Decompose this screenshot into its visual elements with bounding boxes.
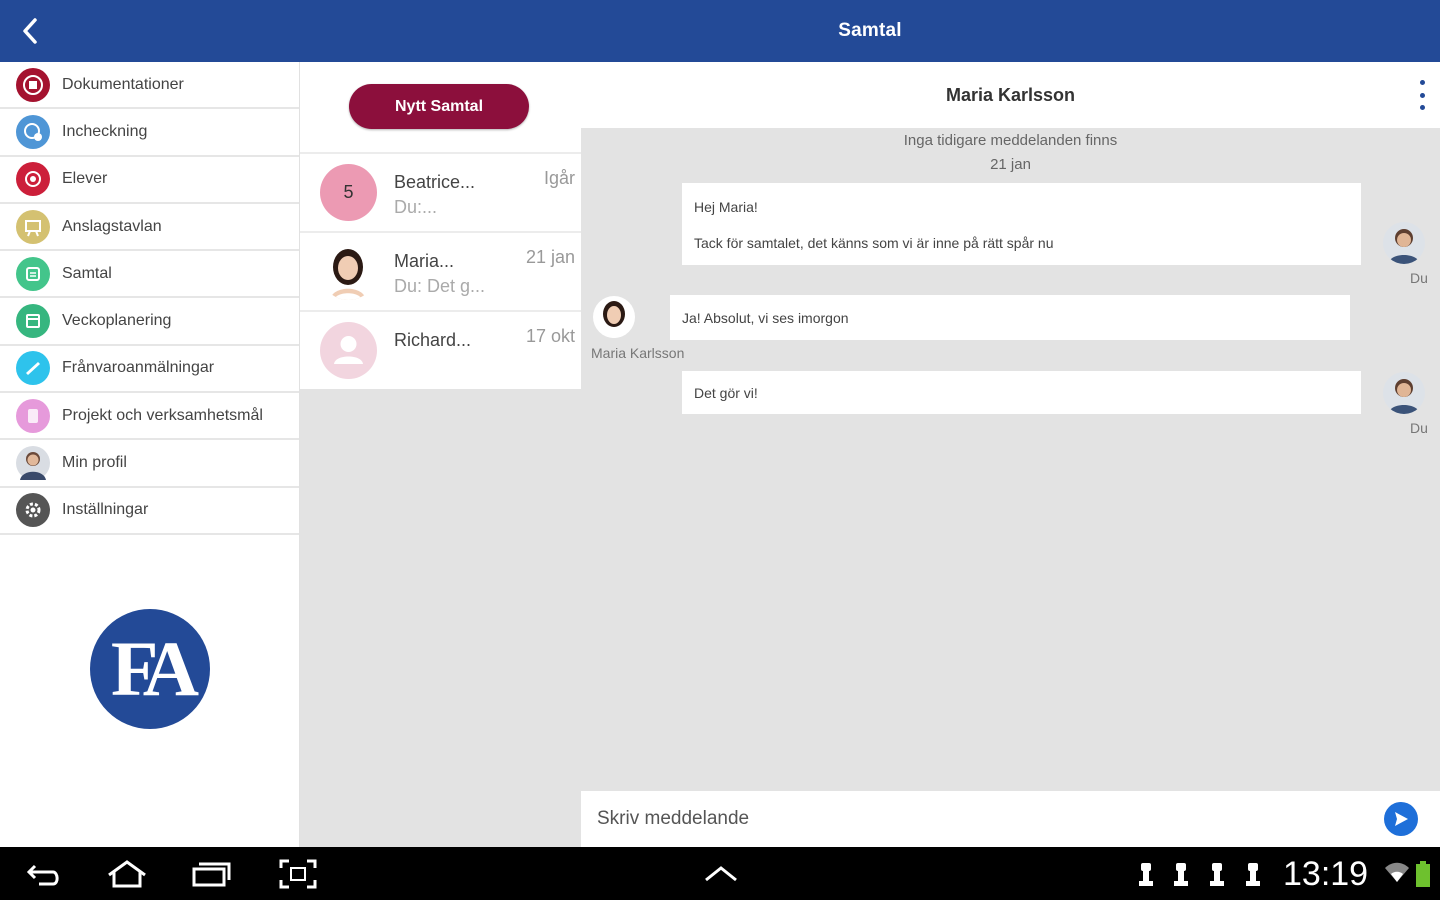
sidebar-item-min-profil[interactable]: Min profil	[0, 440, 299, 488]
message-line: Tack för samtalet, det känns som vi är i…	[694, 235, 1054, 251]
back-nav-icon[interactable]	[24, 857, 64, 891]
new-conversation-button[interactable]: Nytt Samtal	[349, 84, 529, 129]
conversation-name: Richard...	[394, 330, 472, 350]
home-nav-icon[interactable]	[104, 857, 150, 891]
sidebar-item-franvaroanmalningar[interactable]: Frånvaroanmälningar	[0, 346, 299, 394]
battery-icon	[1414, 857, 1432, 891]
project-icon	[16, 398, 50, 433]
checkin-icon	[16, 114, 50, 149]
message-line: Ja! Absolut, vi ses imorgon	[682, 310, 849, 326]
conversation-item[interactable]: Richard... 17 okt	[300, 310, 581, 389]
fa-logo: FA	[90, 609, 210, 729]
sidebar-item-label: Veckoplanering	[62, 312, 172, 330]
message-line: Det gör vi!	[694, 385, 758, 401]
students-icon	[16, 162, 50, 197]
sidebar-item-anslagstavlan[interactable]: Anslagstavlan	[0, 204, 299, 252]
sidebar-item-samtal[interactable]: Samtal	[0, 251, 299, 299]
sidebar-item-projekt[interactable]: Projekt och verksamhetsmål	[0, 393, 299, 441]
status-clock: 13:19	[1283, 855, 1369, 893]
page-title: Samtal	[838, 20, 902, 41]
settings-icon	[16, 493, 50, 528]
new-conversation-bar: Nytt Samtal	[300, 62, 581, 152]
contact-avatar	[320, 243, 377, 300]
message-sender: Du	[1410, 420, 1428, 436]
message-sender: Du	[1410, 270, 1428, 286]
bulletin-board-icon	[16, 209, 50, 244]
week-planning-icon	[16, 304, 50, 339]
conversation-list: Nytt Samtal 5 Beatrice... Du:... Igår Ma…	[300, 62, 581, 847]
message-bubble-outgoing: Det gör vi!	[682, 371, 1361, 414]
sidebar-item-label: Dokumentationer	[62, 75, 184, 93]
send-button[interactable]	[1384, 802, 1418, 836]
message-bubble-outgoing: Hej Maria! Tack för samtalet, det känns …	[682, 183, 1361, 265]
date-separator: 21 jan	[990, 156, 1031, 173]
chat-header: Maria Karlsson	[581, 62, 1440, 128]
chat-icon	[16, 256, 50, 291]
my-avatar	[1383, 222, 1425, 264]
conversation-date: 17 okt	[525, 326, 575, 346]
recent-apps-icon[interactable]	[189, 857, 233, 891]
wifi-icon	[1384, 857, 1410, 891]
app-bar: Samtal	[0, 0, 1440, 62]
sidebar-item-label: Min profil	[62, 454, 127, 472]
conversation-name: Maria...	[394, 251, 455, 271]
documents-icon	[16, 67, 50, 102]
conversation-date: 21 jan	[525, 247, 575, 267]
message-input[interactable]	[597, 803, 1377, 835]
sidebar-item-incheckning[interactable]: Incheckning	[0, 109, 299, 157]
conversation-item[interactable]: Maria... Du: Det g... 21 jan	[300, 231, 581, 310]
sidebar-item-installningar[interactable]: Inställningar	[0, 488, 299, 535]
sidebar-item-label: Samtal	[62, 264, 112, 282]
profile-icon	[16, 446, 50, 481]
contact-avatar	[593, 296, 635, 338]
sidebar-item-elever[interactable]: Elever	[0, 157, 299, 204]
conversation-preview: Du: Det g...	[394, 276, 486, 296]
system-navigation-bar: 13:19	[0, 847, 1440, 900]
notification-icons	[1134, 857, 1264, 891]
sidebar-item-label: Inställningar	[62, 501, 149, 519]
send-icon	[1395, 812, 1408, 826]
sidebar-item-veckoplanering[interactable]: Veckoplanering	[0, 298, 299, 346]
conversation-date: Igår	[543, 168, 575, 188]
chat-contact-name: Maria Karlsson	[945, 85, 1076, 105]
absence-icon	[16, 351, 50, 386]
sidebar-item-label: Anslagstavlan	[62, 217, 162, 235]
screenshot-icon[interactable]	[277, 857, 319, 891]
message-composer	[581, 791, 1440, 847]
no-earlier-messages: Inga tidigare meddelanden finns	[903, 132, 1118, 149]
chevron-up-icon[interactable]	[700, 857, 742, 891]
conversation-item[interactable]: 5 Beatrice... Du:... Igår	[300, 152, 581, 231]
unread-count-badge: 5	[320, 164, 377, 221]
sidebar-item-label: Frånvaroanmälningar	[62, 359, 215, 377]
sidebar-item-dokumentationer[interactable]: Dokumentationer	[0, 62, 299, 110]
sidebar-item-label: Projekt och verksamhetsmål	[62, 406, 263, 424]
default-avatar-icon	[320, 322, 377, 379]
message-line: Hej Maria!	[694, 199, 758, 215]
svg-text:FA: FA	[111, 625, 199, 712]
message-bubble-incoming: Ja! Absolut, vi ses imorgon	[670, 295, 1350, 340]
sidebar-item-label: Elever	[62, 170, 108, 188]
chat-panel: Maria Karlsson Inga tidigare meddelanden…	[581, 62, 1440, 847]
my-avatar	[1383, 372, 1425, 414]
sidebar-item-label: Incheckning	[62, 122, 148, 140]
message-sender: Maria Karlsson	[591, 345, 685, 361]
sidebar: Dokumentationer Incheckning Elever Ansla…	[0, 62, 300, 847]
more-vert-icon[interactable]	[1414, 80, 1430, 110]
conversation-name: Beatrice...	[394, 172, 476, 192]
conversation-preview: Du:...	[394, 197, 438, 217]
